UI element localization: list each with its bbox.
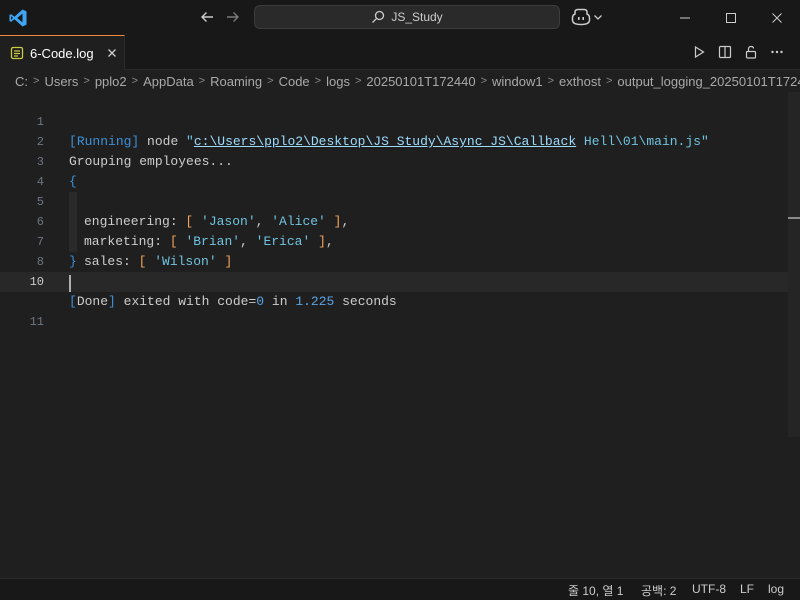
code-line: 1 [Running] node "c:\Users\pplo2\Desktop… [0, 92, 788, 149]
code-line: 5 marketing: [ 'Brian', 'Erica' ], [0, 172, 788, 249]
close-icon [772, 12, 782, 23]
encoding-status[interactable]: UTF-8 [692, 582, 726, 596]
editor-tab-bar: 6-Code.log [0, 35, 800, 70]
command-center-search[interactable]: JS_Study [254, 5, 560, 29]
breadcrumb-item[interactable]: C: [15, 74, 28, 89]
tab-close-button[interactable] [104, 45, 120, 61]
breadcrumb-item[interactable]: output_logging_20250101T172445 [617, 74, 800, 89]
maximize-button[interactable] [708, 0, 754, 35]
breadcrumb-item[interactable]: Users [44, 74, 78, 89]
chevron-right-icon: > [131, 75, 139, 87]
eol-status[interactable]: LF [740, 582, 754, 596]
breadcrumb-item[interactable]: pplo2 [95, 74, 127, 89]
status-bar: 줄 10, 열 1 공백: 2 UTF-8 LF log [0, 578, 800, 600]
breadcrumb-item[interactable]: logs [326, 74, 350, 89]
run-button[interactable] [690, 43, 708, 61]
maximize-icon [726, 12, 736, 23]
indentation-status[interactable]: 공백: 2 [641, 582, 676, 599]
ellipsis-icon [771, 50, 783, 54]
play-icon [694, 45, 705, 59]
copilot-icon [571, 8, 591, 26]
breadcrumb-item[interactable]: Roaming [210, 74, 262, 89]
line-number: 10 [29, 275, 44, 289]
chevron-right-icon: > [198, 75, 206, 87]
arrow-left-icon [201, 12, 213, 22]
command-center-label: JS_Study [391, 10, 443, 24]
chevron-right-icon: > [547, 75, 555, 87]
close-icon [107, 49, 116, 57]
navigate-back-button[interactable] [198, 8, 216, 26]
minimize-icon [680, 17, 690, 18]
unlock-button[interactable] [742, 43, 760, 61]
chevron-right-icon: > [83, 75, 90, 87]
more-actions-button[interactable] [768, 43, 786, 61]
code-line: 2 Grouping employees... [0, 112, 788, 169]
language-mode-status[interactable]: log [768, 582, 784, 596]
scrollbar-thumb[interactable] [788, 92, 800, 437]
breadcrumb-item[interactable]: Code [279, 74, 310, 89]
title-bar: JS_Study [0, 0, 800, 35]
cursor-position-marker [788, 217, 800, 219]
arrow-right-icon [227, 12, 239, 22]
code-line: 3 { [0, 132, 788, 189]
unlock-icon [745, 45, 757, 59]
breadcrumb-item[interactable]: AppData [143, 74, 194, 89]
chevron-right-icon: > [314, 75, 322, 87]
text-cursor [69, 275, 71, 292]
breadcrumb-item[interactable]: window1 [492, 74, 543, 89]
code-line: 6 sales: [ 'Wilson' ] [0, 192, 788, 269]
code-line: 9 [Done] exited with code=0 in 1.225 sec… [0, 252, 788, 309]
code-line: 7 } [0, 212, 788, 269]
chevron-down-icon [594, 15, 602, 20]
editor-text-area[interactable]: 1 [Running] node "c:\Users\pplo2\Desktop… [0, 92, 800, 578]
breadcrumb-item[interactable]: exthost [559, 74, 601, 89]
copilot-menu-button[interactable] [571, 8, 605, 26]
chevron-right-icon: > [267, 75, 274, 87]
log-file-icon [10, 46, 24, 60]
code-line: 11 [0, 292, 788, 329]
split-editor-icon [718, 45, 732, 59]
line-number: 11 [29, 315, 44, 329]
chevron-right-icon: > [480, 75, 487, 87]
chevron-right-icon: > [33, 75, 40, 87]
breadcrumb: C: > Users > pplo2 > AppData > Roaming > Code… [0, 70, 800, 92]
tab-6-code-log[interactable]: 6-Code.log [0, 35, 125, 70]
split-editor-button[interactable] [716, 43, 734, 61]
cursor-position-status[interactable]: 줄 10, 열 1 [568, 582, 623, 599]
search-icon [372, 10, 385, 23]
navigate-forward-button[interactable] [224, 8, 242, 26]
chevron-right-icon: > [605, 75, 613, 87]
breadcrumb-item[interactable]: 20250101T172440 [366, 74, 475, 89]
minimize-button[interactable] [662, 0, 708, 35]
close-window-button[interactable] [754, 0, 800, 35]
chevron-right-icon: > [354, 75, 362, 87]
current-line: 10 [0, 272, 788, 292]
vscode-logo-icon[interactable] [8, 8, 28, 28]
code-line: 4 engineering: [ 'Jason', 'Alice' ], [0, 152, 788, 229]
tab-label: 6-Code.log [30, 45, 94, 61]
code-line: 8 [0, 232, 788, 269]
